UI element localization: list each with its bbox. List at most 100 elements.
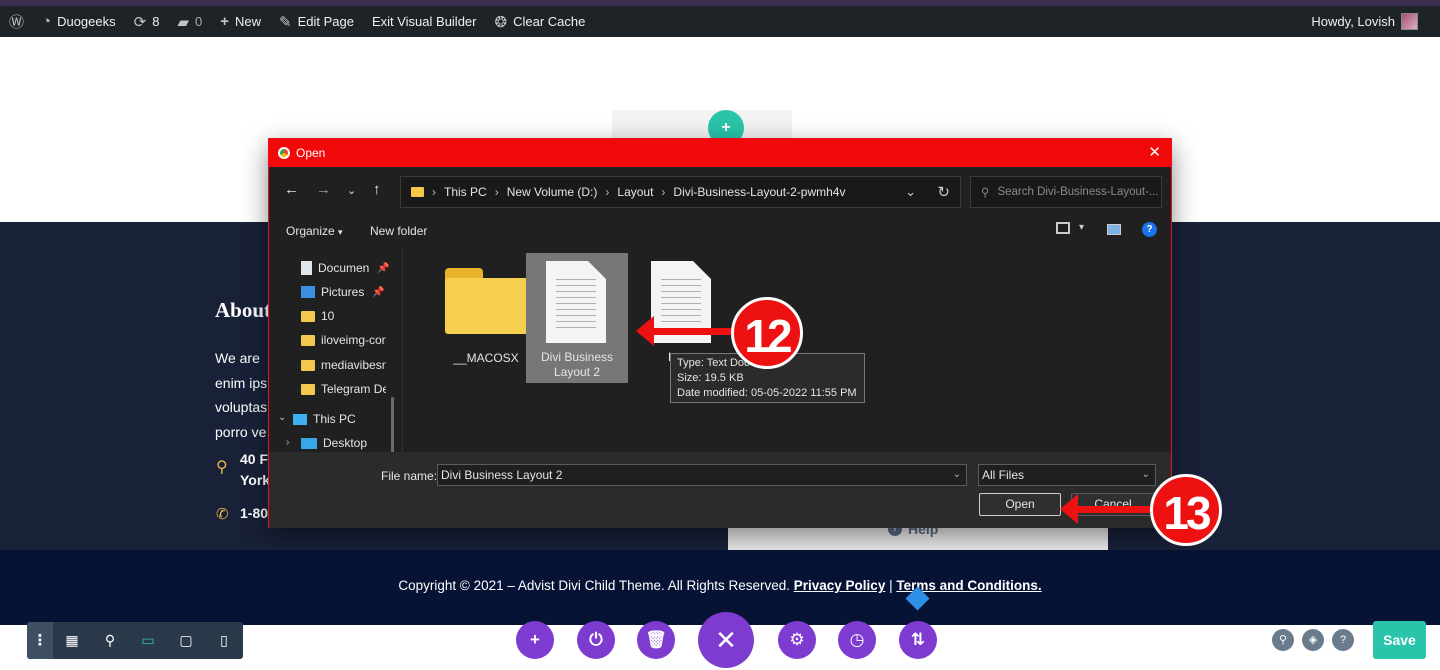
folder-icon: [445, 268, 529, 334]
module-settings-bar: [612, 110, 792, 140]
save-button[interactable]: Save: [1373, 621, 1426, 659]
site-name-link[interactable]: ◔ Duogeeks: [33, 6, 125, 37]
chevron-down-icon[interactable]: ⌄: [905, 184, 916, 200]
computer-icon: [293, 413, 307, 425]
wireframe-view-icon[interactable]: ▦: [53, 632, 91, 649]
edit-page-link[interactable]: ✎ Edit Page: [270, 6, 363, 37]
navigation-row: ← → ⌄ ↑ › This PC › New Volume (D:) › La…: [269, 167, 1171, 215]
organize-button[interactable]: Organize ▾: [286, 224, 343, 238]
preview-pane-icon[interactable]: [1107, 224, 1121, 235]
zoom-icon[interactable]: ⚲: [91, 632, 129, 649]
new-label: New: [234, 14, 261, 29]
new-folder-button[interactable]: New folder: [370, 224, 427, 238]
account-menu[interactable]: Howdy, Lovish: [1311, 6, 1418, 37]
search-icon: ⚲: [981, 187, 990, 199]
footer-text-line: We are: [215, 350, 260, 366]
help-icon[interactable]: ?: [1332, 629, 1354, 651]
clear-cache-link[interactable]: ❂ Clear Cache: [486, 6, 595, 37]
search-icon[interactable]: ⚲: [1272, 629, 1294, 651]
step-badge-13: 13: [1150, 474, 1222, 546]
nav-item-desktop[interactable]: Desktop: [301, 433, 367, 453]
updates-link[interactable]: ⟳ 8: [125, 6, 169, 37]
refresh-icon[interactable]: ↻: [937, 183, 950, 201]
text-document-icon: [546, 261, 606, 343]
document-icon: [301, 261, 312, 275]
plus-icon: +: [220, 13, 229, 30]
forward-arrow-icon[interactable]: →: [316, 181, 331, 198]
chevron-right-icon: ›: [661, 185, 666, 199]
new-content-link[interactable]: + New: [211, 6, 270, 37]
privacy-policy-link[interactable]: Privacy Policy: [794, 578, 886, 593]
organize-label: Organize: [286, 224, 335, 238]
open-button[interactable]: Open: [979, 493, 1061, 516]
nav-item-documents[interactable]: Documen 📌: [301, 258, 390, 278]
clear-layout-button[interactable]: 🗑: [637, 621, 675, 659]
caret-down-icon[interactable]: ▾: [1079, 222, 1084, 233]
nav-item-mediavibes[interactable]: mediavibesnl: [301, 355, 386, 375]
folder-icon: [301, 359, 315, 371]
search-placeholder: Search Divi-Business-Layout-...: [997, 186, 1159, 198]
breadcrumb-item[interactable]: Divi-Business-Layout-2-pwmh4v: [673, 185, 845, 199]
breadcrumb-item[interactable]: New Volume (D:): [507, 185, 598, 199]
dashboard-icon: ◔: [42, 13, 52, 30]
add-button[interactable]: +: [516, 621, 554, 659]
tooltip-size: Size: 19.5 KB: [677, 372, 744, 384]
search-input[interactable]: ⚲ Search Divi-Business-Layout-...: [970, 176, 1162, 208]
footer-heading: About: [215, 298, 272, 322]
copyright-label: Copyright © 2021 – Advist Divi Child The…: [398, 578, 794, 593]
footer-text-line: porro ve: [215, 423, 267, 440]
close-settings-button[interactable]: ✕: [698, 612, 754, 668]
exit-visual-builder-link[interactable]: Exit Visual Builder: [363, 6, 486, 37]
layers-icon[interactable]: ◈: [1302, 629, 1324, 651]
comment-icon: ▰: [177, 13, 189, 31]
file-item-label: Divi Business Layout 2: [540, 350, 614, 379]
portability-button[interactable]: ⇅: [899, 621, 937, 659]
nav-item-telegram[interactable]: Telegram De: [301, 379, 386, 399]
menu-dots-icon[interactable]: ⋮: [27, 622, 53, 659]
wp-admin-bar: Ⓦ ◔ Duogeeks ⟳ 8 ▰ 0 + New ✎ Edit Page Exit V…: [0, 0, 1440, 37]
footer-text-line: voluptas: [215, 399, 268, 415]
page-settings-button[interactable]: ⚙: [778, 621, 816, 659]
recent-locations-chevron-icon[interactable]: ⌄: [347, 184, 356, 197]
chevron-down-icon[interactable]: ⌄: [278, 412, 286, 423]
help-icon[interactable]: ?: [1142, 222, 1157, 237]
history-button[interactable]: ◷: [838, 621, 876, 659]
breadcrumb-item[interactable]: Layout: [617, 185, 653, 199]
address-bar[interactable]: › This PC › New Volume (D:) › Layout › D…: [400, 176, 961, 208]
nav-item-label: Telegram De: [321, 382, 386, 396]
updates-count: 8: [152, 14, 160, 29]
howdy-label: Howdy, Lovish: [1311, 14, 1395, 29]
nav-item-pictures[interactable]: Pictures 📌: [301, 282, 385, 302]
chevron-down-icon[interactable]: ⌄: [953, 465, 961, 485]
navigation-pane: Documen 📌 Pictures 📌 10 iloveimg-cor media…: [269, 247, 403, 469]
nav-item-this-pc[interactable]: This PC: [293, 409, 356, 429]
phone-view-icon[interactable]: ▯: [205, 632, 243, 649]
folder-icon: [301, 310, 315, 322]
file-name-input[interactable]: Divi Business Layout 2 ⌄: [437, 464, 967, 486]
file-name-value: Divi Business Layout 2: [441, 468, 563, 482]
nav-item-label: mediavibesnl: [321, 358, 386, 372]
folder-icon: [301, 383, 315, 395]
file-type-select[interactable]: All Files ⌄: [978, 464, 1156, 486]
breadcrumb-item[interactable]: This PC: [444, 185, 487, 199]
desktop-view-icon[interactable]: ▭: [129, 632, 167, 649]
tablet-view-icon[interactable]: ▢: [167, 632, 205, 649]
view-mode-toolbar: ⋮ ▦ ⚲ ▭ ▢ ▯: [27, 622, 243, 659]
wordpress-logo-button[interactable]: Ⓦ: [0, 6, 33, 37]
desktop-icon: [301, 437, 317, 449]
tooltip-date: Date modified: 05-05-2022 11:55 PM: [677, 387, 857, 399]
pencil-icon: ✎: [279, 13, 292, 31]
back-arrow-icon[interactable]: ←: [284, 181, 299, 198]
load-layout-button[interactable]: ⏻: [577, 621, 615, 659]
file-item-divi-business-layout-2[interactable]: Divi Business Layout 2: [526, 253, 628, 383]
view-options-icon[interactable]: [1056, 222, 1070, 234]
nav-item-folder-10[interactable]: 10: [301, 306, 334, 326]
comments-link[interactable]: ▰ 0: [168, 6, 211, 37]
footer-phone: 1-80: [240, 505, 269, 521]
chevron-right-icon[interactable]: ›: [286, 437, 289, 448]
up-arrow-icon[interactable]: ↑: [373, 181, 381, 198]
link-separator: |: [885, 578, 897, 593]
close-icon[interactable]: ✕: [1148, 143, 1161, 161]
nav-item-iloveimg[interactable]: iloveimg-cor: [301, 330, 386, 350]
nav-item-label: iloveimg-cor: [321, 333, 386, 347]
